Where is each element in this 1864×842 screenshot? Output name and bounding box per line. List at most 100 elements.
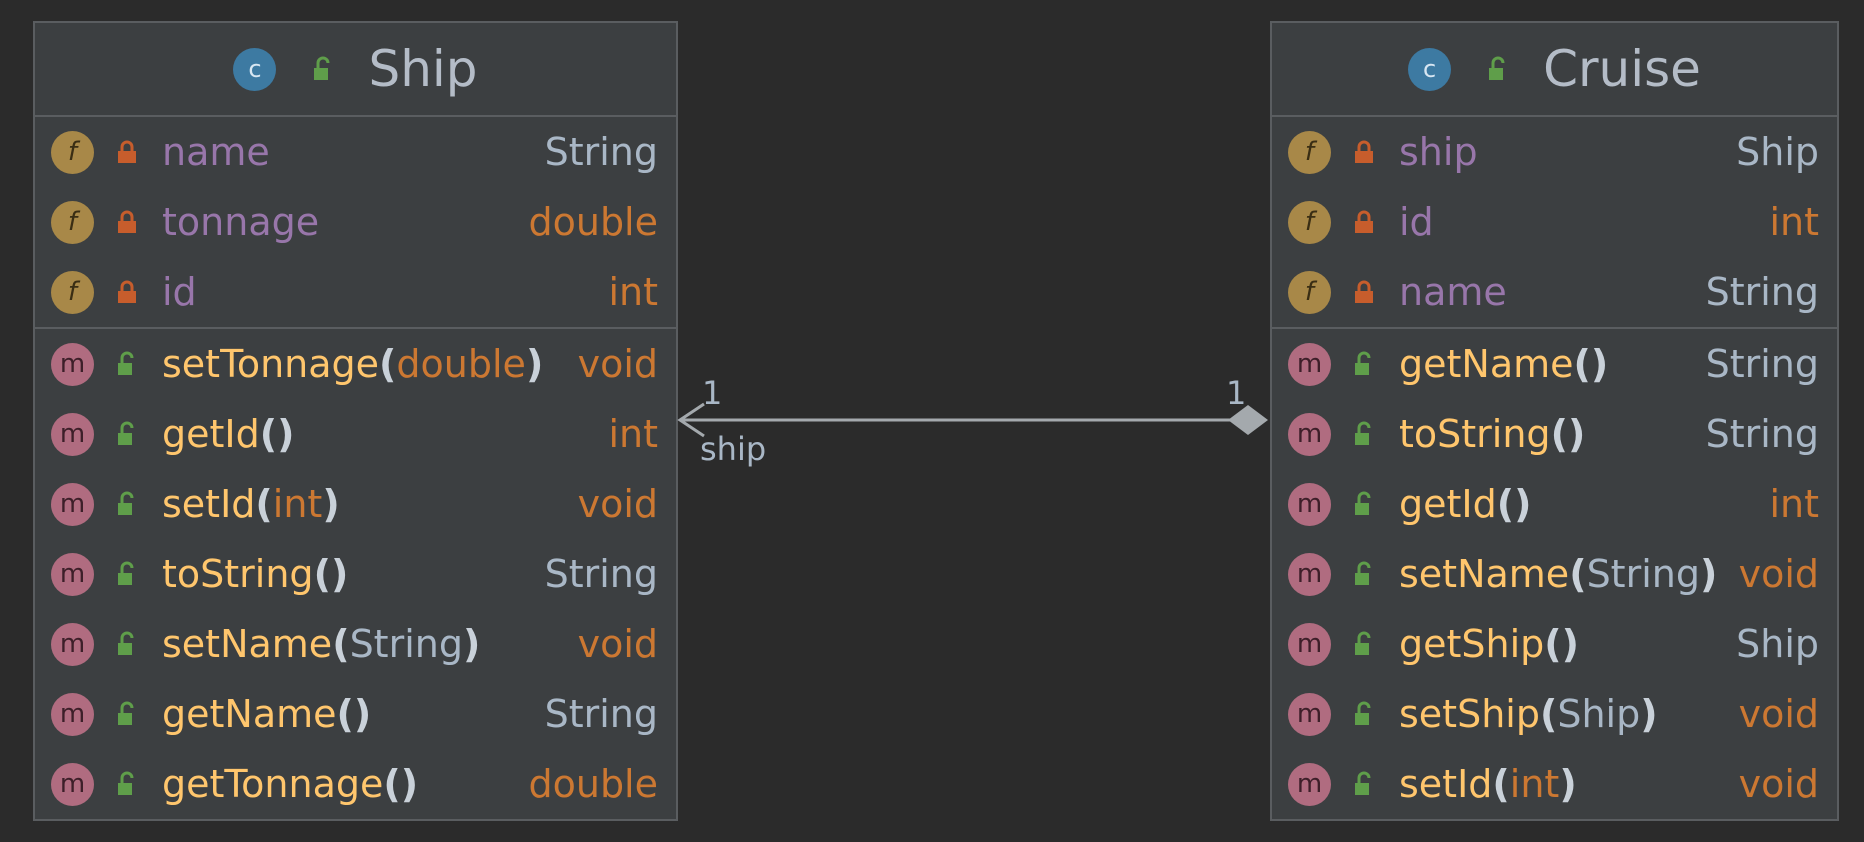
return-type: void [577,622,658,666]
method-row[interactable]: m getShip() Ship [1272,609,1837,679]
method-signature: toString() [1399,412,1692,456]
method-row[interactable]: m getName() String [1272,329,1837,399]
method-row[interactable]: m getId() int [35,399,676,469]
class-title: Ship [368,40,478,98]
close-paren: ) [1699,552,1718,596]
field-row[interactable]: f tonnage double [35,187,676,257]
field-type: Ship [1736,130,1819,174]
param-type: Ship [1557,692,1641,736]
param-type: String [1586,552,1700,596]
class-icon: c [233,47,277,91]
field-name-text: name [1399,270,1507,314]
method-signature: getId() [162,412,594,456]
open-paren: ( [1569,552,1587,596]
open-paren: ( [1492,762,1510,806]
method-icon: m [1288,552,1331,596]
method-row[interactable]: m getId() int [1272,469,1837,539]
method-row[interactable]: m toString() String [1272,399,1837,469]
method-row[interactable]: m setShip(Ship) void [1272,679,1837,749]
open-paren: ( [336,692,354,736]
method-row[interactable]: m setId(int) void [35,469,676,539]
return-type: void [1738,552,1819,596]
param-type: int [1509,762,1560,806]
class-icon: c [1408,47,1452,91]
private-lock-icon [1349,209,1379,235]
method-signature: getName() [162,692,531,736]
return-type: String [1705,412,1819,456]
public-lock-icon [112,631,142,657]
method-signature: setShip(Ship) [1399,692,1725,736]
open-paren: ( [313,552,331,596]
close-paren: ) [462,622,481,666]
public-lock-icon [1483,56,1513,82]
method-row[interactable]: m setId(int) void [1272,749,1837,819]
return-type: String [544,692,658,736]
private-lock-icon [1349,279,1379,305]
public-lock-icon [112,561,142,587]
field-row[interactable]: f ship Ship [1272,117,1837,187]
field-type: double [528,200,658,244]
method-signature: toString() [162,552,531,596]
class-box-ship[interactable]: c Ship f name String f tonnage double f id int m… [33,21,678,821]
return-type: void [1738,762,1819,806]
methods-section: m getName() String m toString() String m getId(… [1272,329,1837,819]
method-name-text: setId [162,482,256,526]
field-type: int [608,270,658,314]
method-icon: m [51,552,94,596]
method-icon: m [51,622,94,666]
methods-section: m setTonnage(double) void m getId() int m setId… [35,329,676,819]
public-lock-icon [1349,701,1379,727]
method-signature: getName() [1399,342,1692,386]
method-name-text: getId [162,412,260,456]
public-lock-icon [1349,351,1379,377]
method-name-text: setShip [1399,692,1540,736]
public-lock-icon [1349,421,1379,447]
method-row[interactable]: m toString() String [35,539,676,609]
return-type: void [577,342,658,386]
close-paren: ) [277,412,295,456]
role-label: ship [700,430,767,468]
class-box-cruise[interactable]: c Cruise f ship Ship f id int f name String m get… [1270,21,1839,821]
close-paren: ) [1590,342,1609,386]
field-name: tonnage [162,200,514,244]
class-header[interactable]: c Cruise [1272,23,1837,117]
field-name-text: id [162,270,197,314]
field-row[interactable]: f name String [35,117,676,187]
method-icon: m [1288,622,1331,666]
method-signature: getTonnage() [162,762,514,806]
field-icon: f [1288,130,1331,174]
method-name-text: getShip [1399,622,1545,666]
close-paren: ) [1567,412,1586,456]
close-paren: ) [1640,692,1658,736]
fields-section: f ship Ship f id int f name String [1272,117,1837,329]
field-name-text: ship [1399,130,1478,174]
field-row[interactable]: f id int [1272,187,1837,257]
return-type: int [1769,482,1819,526]
method-name-text: getTonnage [162,762,384,806]
method-row[interactable]: m setTonnage(double) void [35,329,676,399]
method-row[interactable]: m getName() String [35,679,676,749]
field-type: String [544,130,658,174]
method-row[interactable]: m setName(String) void [35,609,676,679]
open-paren: ( [1539,692,1558,736]
field-row[interactable]: f id int [35,257,676,327]
field-name-text: name [162,130,270,174]
public-lock-icon [112,771,142,797]
param-type: String [349,622,463,666]
field-icon: f [1288,200,1331,244]
close-paren: ) [400,762,419,806]
method-row[interactable]: m setName(String) void [1272,539,1837,609]
method-name-text: setName [1399,552,1570,596]
method-row[interactable]: m getTonnage() double [35,749,676,819]
open-paren: ( [1496,482,1515,526]
method-signature: setName(String) [162,622,564,666]
private-lock-icon [112,279,142,305]
open-paren: ( [1544,622,1562,666]
field-row[interactable]: f name String [1272,257,1837,327]
open-paren: ( [259,412,278,456]
param-type: double [396,342,526,386]
method-signature: getId() [1399,482,1755,526]
class-header[interactable]: c Ship [35,23,676,117]
fields-section: f name String f tonnage double f id int [35,117,676,329]
method-icon: m [1288,342,1331,386]
